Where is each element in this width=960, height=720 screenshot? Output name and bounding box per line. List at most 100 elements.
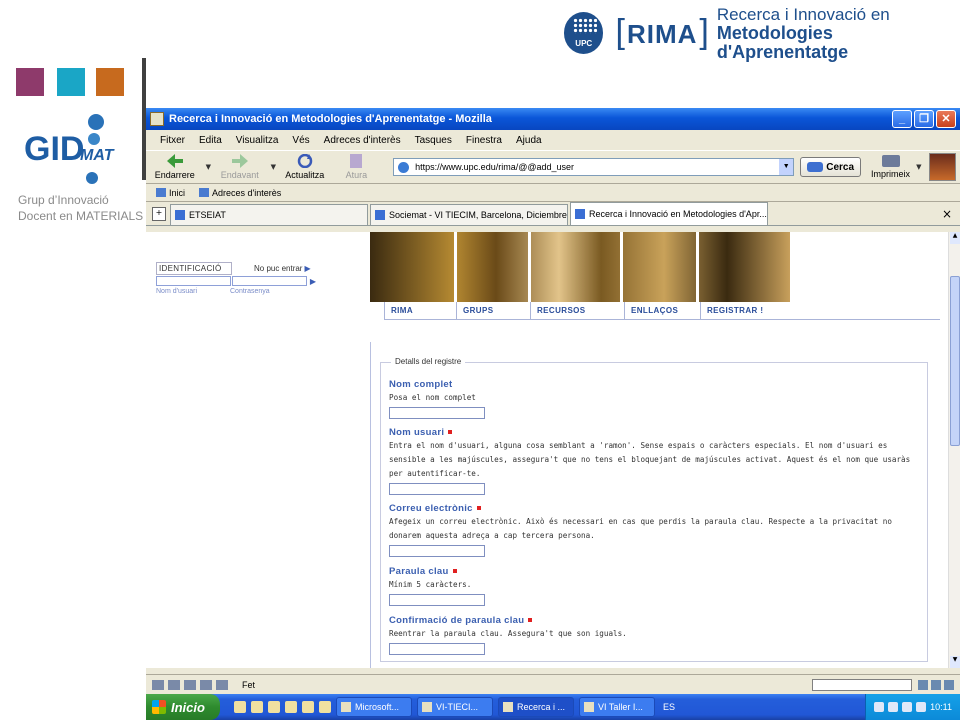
tab-rima[interactable]: Recerca i Innovació en Metodologies d'Ap… — [570, 202, 768, 225]
search-button[interactable]: Cerca — [800, 157, 862, 177]
username-label: Nom d'usuari — [156, 288, 198, 295]
field-email: Correu electrònic Afegeix un correu elec… — [389, 503, 919, 557]
tray-icon[interactable] — [874, 702, 885, 712]
field-help-line: donarem aquesta adreça a cap tercera per… — [389, 531, 595, 540]
back-history-dropdown-icon[interactable]: ▼ — [206, 163, 211, 171]
mozilla-throbber-icon[interactable] — [929, 153, 957, 181]
quick-launch-excel-icon[interactable] — [285, 701, 297, 713]
password-confirm-field[interactable] — [389, 643, 485, 655]
tab-etseiat[interactable]: ETSEIAT — [170, 204, 368, 225]
print-dropdown-icon[interactable]: ▼ — [916, 163, 921, 171]
nav-item-registrar[interactable]: REGISTRAR ! — [700, 301, 940, 320]
username-field[interactable] — [389, 483, 485, 495]
field-help: Mínim 5 caràcters. — [389, 580, 472, 589]
taskbar-app-icon — [503, 702, 513, 712]
cannot-enter-arrow-icon[interactable]: ▶ — [304, 264, 310, 273]
login-submit-arrow-icon[interactable]: ▶ — [310, 277, 316, 286]
forward-arrow-icon — [231, 154, 248, 168]
nav-item-rima[interactable]: RIMA — [384, 301, 456, 320]
tab-sociemat[interactable]: Sociemat - VI TIECIM, Barcelona, Diciemb… — [370, 204, 568, 225]
scroll-up-icon[interactable]: ▲ — [950, 232, 960, 244]
url-dropdown-icon[interactable]: ▼ — [779, 159, 794, 175]
taskbar-item-active[interactable]: Recerca i ... — [498, 697, 574, 717]
scrollbar-thumb[interactable] — [950, 276, 960, 446]
address-book-icon[interactable] — [200, 679, 212, 690]
navigator-icon[interactable] — [152, 679, 164, 690]
new-tab-icon[interactable]: + — [152, 207, 166, 221]
menu-bar: Fitxer Edita Visualitza Vés Adreces d'in… — [146, 130, 960, 150]
taskbar-app-icon — [584, 702, 594, 712]
password-field[interactable] — [389, 594, 485, 606]
scroll-down-icon[interactable]: ▼ — [950, 656, 960, 668]
nav-item-recursos[interactable]: RECURSOS — [530, 301, 624, 320]
mail-icon[interactable] — [168, 679, 180, 690]
quick-launch-ppt-icon[interactable] — [302, 701, 314, 713]
reload-button[interactable]: Actualitza — [284, 154, 326, 180]
taskbar-item[interactable]: Microsoft... — [336, 697, 412, 717]
full-name-input[interactable] — [389, 407, 485, 419]
cannot-enter-link[interactable]: No puc entrar — [254, 264, 302, 273]
field-label: Correu electrònic — [389, 503, 919, 514]
back-button[interactable]: Endarrere — [154, 154, 196, 180]
nav-item-grups[interactable]: GRUPS — [456, 301, 530, 320]
required-marker-icon — [448, 430, 453, 435]
tray-icon[interactable] — [902, 702, 913, 712]
close-window-button[interactable]: ✕ — [936, 110, 956, 128]
url-text[interactable]: https://www.upc.edu/rima/@@add_user — [415, 162, 574, 172]
start-button[interactable]: Inicio — [146, 694, 220, 720]
svg-text:GID: GID — [24, 130, 84, 168]
tray-icon[interactable] — [916, 702, 927, 712]
restore-button[interactable]: ❐ — [914, 110, 934, 128]
stop-button[interactable]: Atura — [336, 154, 378, 180]
close-tab-icon[interactable]: × — [942, 207, 952, 221]
browser-window: Recerca i Innovació en Metodologies d'Ap… — [146, 108, 960, 720]
bookmark-folder-label: Adreces d'interès — [212, 187, 282, 198]
url-bar[interactable]: https://www.upc.edu/rima/@@add_user ▼ — [393, 158, 795, 176]
composer-icon[interactable] — [184, 679, 196, 690]
quick-launch-folder-icon[interactable] — [251, 701, 263, 713]
quick-launch-word-icon[interactable] — [268, 701, 280, 713]
print-button[interactable]: Imprimeix — [871, 155, 910, 179]
decor-square-cyan — [57, 68, 85, 96]
menu-tasks[interactable]: Tasques — [415, 135, 452, 146]
email-field[interactable] — [389, 545, 485, 557]
search-icon — [807, 162, 824, 172]
menu-edit[interactable]: Edita — [199, 135, 222, 146]
forward-history-dropdown-icon[interactable]: ▼ — [271, 163, 276, 171]
title-bar[interactable]: Recerca i Innovació en Metodologies d'Ap… — [146, 108, 960, 130]
decor-square-purple — [16, 68, 44, 96]
vertical-scrollbar[interactable]: ▲ ▼ — [948, 232, 960, 668]
decor-square-orange — [96, 68, 124, 96]
quick-launch-app-icon[interactable] — [319, 701, 331, 713]
forward-button[interactable]: Endavant — [219, 154, 261, 180]
taskbar-item[interactable]: VI-TIECI... — [417, 697, 493, 717]
popup-blocker-icon[interactable] — [931, 679, 941, 690]
password-input[interactable] — [231, 276, 307, 286]
menu-file[interactable]: Fitxer — [160, 135, 185, 146]
bookmark-home[interactable]: Inici — [156, 188, 185, 198]
menu-bookmarks[interactable]: Adreces d'interès — [324, 135, 401, 146]
taskbar-item-label: VI Taller I... — [598, 702, 643, 712]
language-indicator[interactable]: ES — [663, 702, 675, 712]
nav-item-enllacos[interactable]: ENLLAÇOS — [624, 301, 700, 320]
username-input[interactable] — [156, 276, 231, 286]
menu-go[interactable]: Vés — [292, 135, 309, 146]
menu-help[interactable]: Ajuda — [516, 135, 542, 146]
taskbar-item[interactable]: VI Taller I... — [579, 697, 655, 717]
site-globe-icon — [398, 161, 410, 173]
system-tray: 10:11 — [865, 694, 960, 720]
quick-launch-ie-icon[interactable] — [234, 701, 246, 713]
taskbar-app-icon — [341, 702, 351, 712]
menu-window[interactable]: Finestra — [466, 135, 502, 146]
minimize-button[interactable]: _ — [892, 110, 912, 128]
clock[interactable]: 10:11 — [930, 702, 952, 712]
bookmark-folder[interactable]: Adreces d'interès — [199, 188, 281, 198]
chat-icon[interactable] — [216, 679, 228, 690]
field-label-text: Correu electrònic — [389, 503, 473, 514]
field-password-confirm: Confirmació de paraula clau Reentrar la … — [389, 615, 919, 655]
field-full-name: Nom complet Posa el nom complet — [389, 379, 919, 419]
tray-icon[interactable] — [888, 702, 899, 712]
menu-view[interactable]: Visualitza — [236, 135, 279, 146]
security-lock-icon[interactable] — [944, 679, 954, 690]
online-status-icon[interactable] — [918, 679, 928, 690]
